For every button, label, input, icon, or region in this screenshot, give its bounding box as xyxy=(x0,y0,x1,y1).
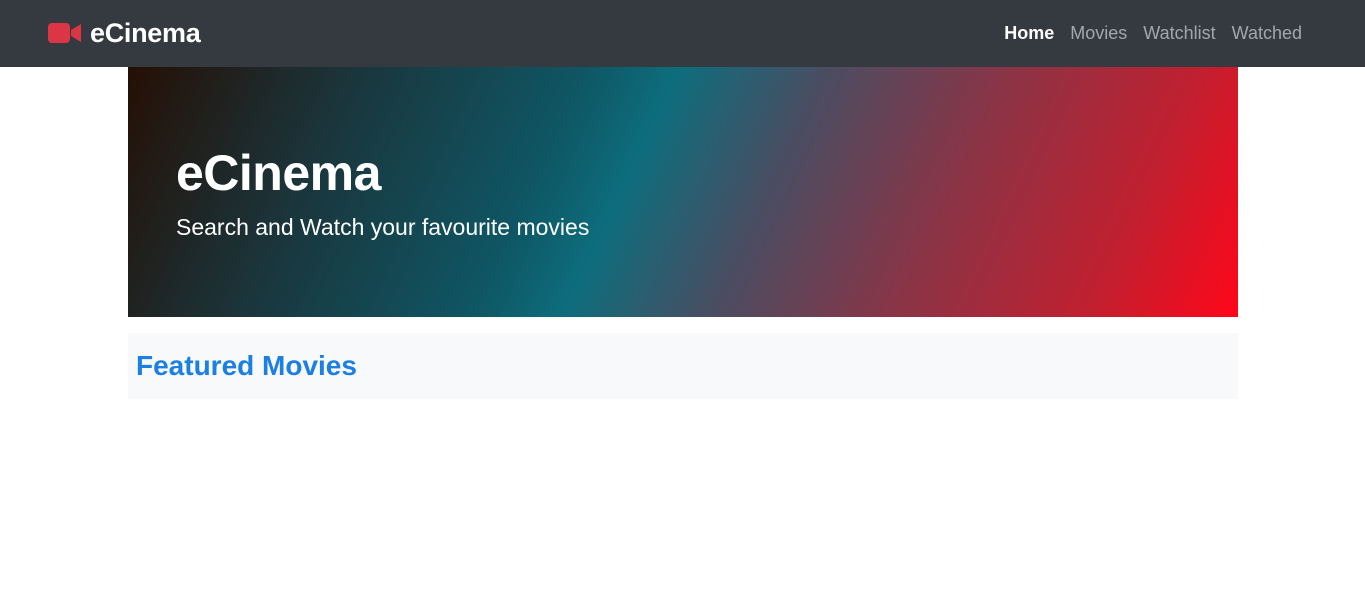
hero-banner: eCinema Search and Watch your favourite … xyxy=(128,67,1238,317)
featured-movies-section: Featured Movies xyxy=(128,333,1238,399)
nav-links: Home Movies Watchlist Watched xyxy=(996,0,1310,67)
top-navbar: eCinema Home Movies Watchlist Watched xyxy=(0,0,1365,67)
video-camera-icon xyxy=(48,21,82,45)
brand-name: eCinema xyxy=(90,17,201,48)
hero-title: eCinema xyxy=(176,145,381,201)
featured-movies-heading: Featured Movies xyxy=(136,350,357,381)
brand-link[interactable]: eCinema xyxy=(48,14,201,52)
nav-link-watchlist[interactable]: Watchlist xyxy=(1135,23,1223,44)
nav-link-movies[interactable]: Movies xyxy=(1062,23,1135,44)
nav-link-home[interactable]: Home xyxy=(996,23,1062,44)
hero-subtitle: Search and Watch your favourite movies xyxy=(176,214,590,240)
nav-link-watched[interactable]: Watched xyxy=(1224,23,1310,44)
